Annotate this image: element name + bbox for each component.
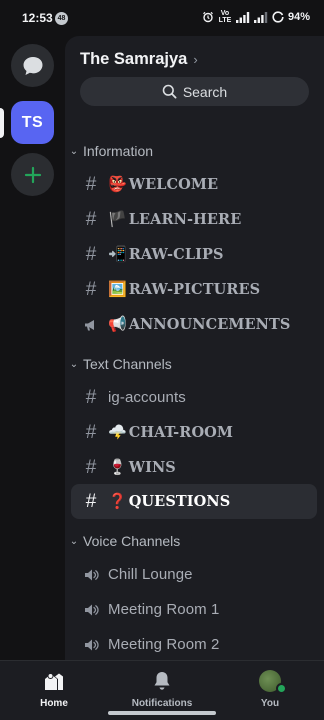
- battery-percent: 94%: [287, 11, 310, 23]
- channel-raw-pictures[interactable]: # 🖼️ RAW-PICTURES: [71, 272, 317, 307]
- channel-announcements[interactable]: 📢 ANNOUNCEMENTS: [71, 307, 317, 342]
- channel-chat-room[interactable]: # 🌩️ CHAT-ROOM: [71, 415, 317, 450]
- wine-glass-emoji-icon: 🍷: [108, 459, 127, 476]
- channel-panel: The Samrajya › Search ⌄ Information # 👺 …: [65, 36, 324, 660]
- storm-cloud-emoji-icon: 🌩️: [108, 424, 127, 441]
- channel-label: Chill Lounge: [108, 566, 193, 583]
- announcement-megaphone-icon: [81, 315, 101, 335]
- phone-arrow-emoji-icon: 📲: [108, 246, 127, 263]
- channel-ig-accounts[interactable]: # ig-accounts: [71, 380, 317, 415]
- speaker-icon: [81, 565, 101, 585]
- hashtag-icon: #: [85, 243, 97, 265]
- category-label: Information: [83, 143, 154, 159]
- channel-label: ANNOUNCEMENTS: [128, 316, 291, 333]
- channel-label: WELCOME: [128, 176, 219, 193]
- online-status-icon: [276, 683, 287, 694]
- goblin-emoji-icon: 👺: [108, 176, 127, 193]
- status-time: 12:53: [22, 11, 53, 25]
- signal-icon-2: [253, 11, 268, 23]
- channel-learn-here[interactable]: # 🏴 LEARN-HERE: [71, 202, 317, 237]
- speaker-icon: [81, 600, 101, 620]
- avatar: [259, 670, 287, 694]
- server-header[interactable]: The Samrajya ›: [80, 50, 198, 69]
- search-label: Search: [182, 83, 228, 100]
- channel-questions[interactable]: # ❓ QUESTIONS: [71, 484, 317, 519]
- chat-bubble-icon: [23, 56, 42, 75]
- search-button[interactable]: Search: [80, 77, 309, 106]
- notification-count-badge: 48: [55, 12, 68, 25]
- status-indicators: Vo LTE 94%: [202, 10, 310, 24]
- voice-channel-chill-lounge[interactable]: Chill Lounge: [71, 557, 317, 592]
- black-flag-emoji-icon: 🏴: [108, 211, 127, 228]
- gesture-home-indicator[interactable]: [108, 711, 216, 715]
- channel-label: ig-accounts: [108, 389, 186, 406]
- channel-welcome[interactable]: # 👺 WELCOME: [71, 167, 317, 202]
- server-title: The Samrajya: [80, 50, 188, 68]
- hashtag-icon: #: [85, 456, 97, 478]
- hashtag-icon: #: [85, 173, 97, 195]
- category-label: Voice Channels: [83, 533, 181, 549]
- category-label: Text Channels: [83, 356, 172, 372]
- voice-channel-meeting-room-2[interactable]: Meeting Room 2: [71, 627, 317, 660]
- channel-label: CHAT-ROOM: [128, 424, 234, 441]
- channel-label: Meeting Room 2: [108, 636, 220, 653]
- nav-notifications-label: Notifications: [131, 698, 193, 709]
- nav-home[interactable]: Home: [14, 669, 94, 709]
- hashtag-icon: #: [85, 208, 97, 230]
- nav-home-label: Home: [40, 698, 68, 709]
- nav-you-label: You: [260, 698, 280, 709]
- chevron-right-icon: ›: [193, 52, 198, 67]
- category-voice-channels[interactable]: ⌄ Voice Channels: [68, 531, 181, 551]
- selected-server-indicator: [0, 108, 4, 138]
- category-information[interactable]: ⌄ Information: [68, 141, 153, 161]
- profile-avatar-wrapper: [259, 669, 287, 694]
- chevron-down-icon: ⌄: [69, 145, 79, 157]
- channel-label: WINS: [128, 459, 176, 476]
- channel-label: QUESTIONS: [128, 493, 231, 510]
- channel-label: Meeting Room 1: [108, 601, 220, 618]
- category-text-channels[interactable]: ⌄ Text Channels: [68, 354, 172, 374]
- channel-label: RAW-CLIPS: [128, 246, 224, 263]
- server-icon-the-samrajya[interactable]: TS: [11, 101, 54, 144]
- battery-icon: [272, 11, 284, 23]
- server-rail: TS: [0, 36, 64, 660]
- nav-you[interactable]: You: [230, 669, 310, 709]
- channel-label: RAW-PICTURES: [128, 281, 261, 298]
- plus-icon: [24, 166, 41, 183]
- hashtag-icon: #: [85, 490, 97, 512]
- bell-icon: [152, 669, 172, 693]
- volte-label: Vo LTE: [218, 10, 232, 24]
- framed-picture-emoji-icon: 🖼️: [108, 281, 127, 298]
- status-bar: 12:53 48 Vo LTE 94%: [0, 0, 324, 36]
- home-servers-icon: [42, 669, 66, 693]
- channel-wins[interactable]: # 🍷 WINS: [71, 450, 317, 485]
- alarm-icon: [203, 11, 213, 23]
- hashtag-icon: #: [85, 278, 97, 300]
- channel-raw-clips[interactable]: # 📲 RAW-CLIPS: [71, 237, 317, 272]
- voice-channel-meeting-room-1[interactable]: Meeting Room 1: [71, 592, 317, 627]
- chevron-down-icon: ⌄: [69, 535, 79, 547]
- signal-icon: [235, 11, 250, 23]
- direct-messages-button[interactable]: [11, 44, 54, 87]
- add-server-button[interactable]: [11, 153, 54, 196]
- chevron-down-icon: ⌄: [69, 358, 79, 370]
- hashtag-icon: #: [85, 421, 97, 443]
- nav-notifications[interactable]: Notifications: [122, 669, 202, 709]
- hashtag-icon: #: [85, 386, 97, 408]
- question-mark-emoji-icon: ❓: [108, 493, 127, 510]
- search-icon: [162, 84, 177, 99]
- speaker-icon: [81, 635, 101, 655]
- loudspeaker-emoji-icon: 📢: [108, 316, 127, 333]
- channel-label: LEARN-HERE: [128, 211, 242, 228]
